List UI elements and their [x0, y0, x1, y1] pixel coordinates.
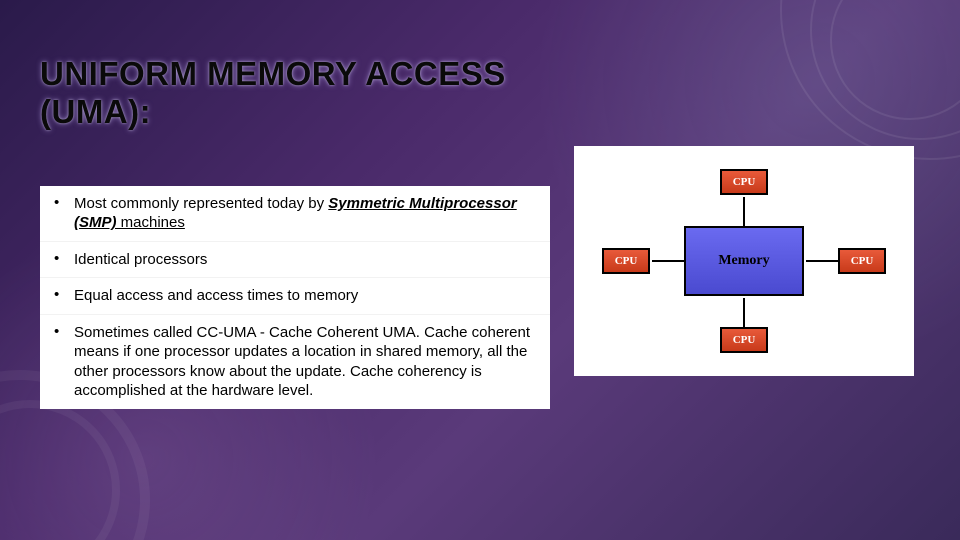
bullet-text: Identical processors — [74, 251, 207, 268]
memory-box: Memory — [684, 226, 804, 296]
bullet-list: Most commonly represented today by Symme… — [40, 186, 550, 409]
cpu-box-bottom: CPU — [720, 327, 768, 353]
bullet-item: Identical processors — [40, 242, 550, 279]
bullet-text: Sometimes called CC-UMA - Cache Coherent… — [74, 324, 530, 400]
bullet-text: machines — [117, 214, 185, 231]
slide: UNIFORM MEMORY ACCESS (UMA): Most common… — [0, 0, 960, 540]
bullet-text: Most commonly represented today by — [74, 195, 328, 212]
connector-line — [743, 197, 745, 226]
bullet-item: Equal access and access times to memory — [40, 278, 550, 315]
connector-line — [806, 260, 838, 262]
bullet-text: Equal access and access times to memory — [74, 287, 358, 304]
uma-diagram: Memory CPU CPU CPU CPU — [594, 161, 894, 361]
diagram-container: Memory CPU CPU CPU CPU — [574, 146, 914, 376]
connector-line — [652, 260, 684, 262]
cpu-box-right: CPU — [838, 248, 886, 274]
slide-title: UNIFORM MEMORY ACCESS (UMA): — [40, 55, 560, 131]
cpu-box-left: CPU — [602, 248, 650, 274]
bullet-item: Sometimes called CC-UMA - Cache Coherent… — [40, 315, 550, 409]
content-row: Most commonly represented today by Symme… — [40, 186, 920, 409]
bullet-item: Most commonly represented today by Symme… — [40, 186, 550, 242]
cpu-box-top: CPU — [720, 169, 768, 195]
connector-line — [743, 298, 745, 327]
